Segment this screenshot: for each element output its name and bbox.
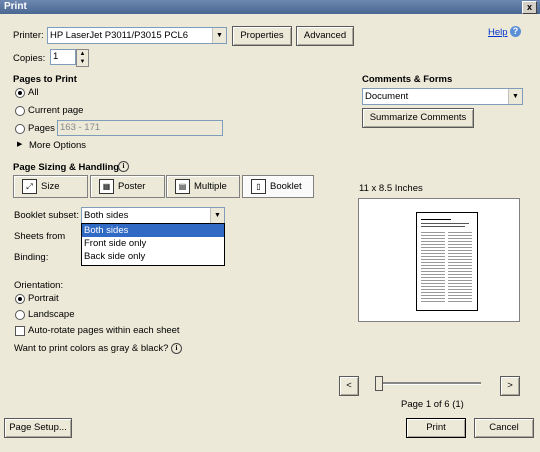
copies-stepper[interactable]: ▲ ▼ xyxy=(76,49,89,67)
title-bar: Print x xyxy=(0,0,540,14)
gray-black-label: Want to print colors as gray & black? xyxy=(14,343,169,354)
booklet-icon: ▯ xyxy=(251,179,266,194)
copies-label: Copies: xyxy=(13,53,46,64)
dropdown-option-front-side[interactable]: Front side only xyxy=(82,237,224,250)
help-link[interactable]: Help xyxy=(488,27,508,38)
comments-forms-select[interactable]: Document ▼ xyxy=(362,88,523,105)
preview-size-label: 11 x 8.5 Inches xyxy=(359,183,423,194)
window-title: Print xyxy=(4,1,27,12)
landscape-radio[interactable] xyxy=(15,310,25,320)
tab-size[interactable]: ⤢ Size xyxy=(13,175,88,198)
printer-value: HP LaserJet P3011/P3015 PCL6 xyxy=(50,30,189,41)
booklet-subset-select[interactable]: Both sides ▼ xyxy=(81,207,225,224)
pages-radio[interactable] xyxy=(15,124,25,134)
orientation-heading: Orientation: xyxy=(14,280,64,291)
page-slider-thumb[interactable] xyxy=(375,376,383,391)
tab-poster-label: Poster xyxy=(118,181,146,192)
tab-size-label: Size xyxy=(41,181,60,192)
all-pages-radio[interactable] xyxy=(15,88,25,98)
sheets-from-label: Sheets from xyxy=(14,231,66,242)
copies-input[interactable]: 1 xyxy=(50,49,76,65)
help-icon[interactable]: ? xyxy=(510,26,521,37)
printer-select[interactable]: HP LaserJet P3011/P3015 PCL6 ▼ xyxy=(47,27,227,44)
page-slider-track[interactable] xyxy=(379,382,481,385)
pages-range-input[interactable]: 163 - 171 xyxy=(57,120,223,136)
next-page-button[interactable]: > xyxy=(500,376,520,396)
autorotate-checkbox[interactable] xyxy=(15,326,25,336)
booklet-subset-value: Both sides xyxy=(84,210,129,221)
current-page-radio[interactable] xyxy=(15,106,25,116)
print-dialog: Print x Printer: HP LaserJet P3011/P3015… xyxy=(0,0,540,452)
dropdown-option-both-sides[interactable]: Both sides xyxy=(82,224,224,237)
chevron-down-icon: ▼ xyxy=(508,89,522,104)
page-info: Page 1 of 6 (1) xyxy=(401,399,464,410)
properties-button[interactable]: Properties xyxy=(232,26,292,46)
page-setup-button[interactable]: Page Setup... xyxy=(4,418,72,438)
multiple-icon: ▤ xyxy=(175,179,190,194)
booklet-subset-label: Booklet subset: xyxy=(14,210,79,221)
page-sizing-heading: Page Sizing & Handling xyxy=(13,162,120,173)
expand-triangle-icon[interactable]: ▶ xyxy=(17,140,22,148)
binding-label: Binding: xyxy=(14,252,49,263)
comments-forms-heading: Comments & Forms xyxy=(362,74,453,85)
print-preview xyxy=(358,198,520,322)
tab-multiple-label: Multiple xyxy=(194,181,227,192)
chevron-down-icon: ▼ xyxy=(212,28,226,43)
preview-text-column xyxy=(448,232,472,304)
portrait-label: Portrait xyxy=(28,293,59,304)
current-page-label: Current page xyxy=(28,105,84,116)
autorotate-label: Auto-rotate pages within each sheet xyxy=(28,325,180,336)
chevron-down-icon: ▼ xyxy=(210,208,224,223)
dropdown-option-back-side[interactable]: Back side only xyxy=(82,250,224,263)
more-options-label[interactable]: More Options xyxy=(29,140,86,151)
tab-multiple[interactable]: ▤ Multiple xyxy=(166,175,240,198)
landscape-label: Landscape xyxy=(28,309,75,320)
cancel-button[interactable]: Cancel xyxy=(474,418,534,438)
booklet-subset-dropdown-list: Both sides Front side only Back side onl… xyxy=(81,223,225,266)
prev-page-button[interactable]: < xyxy=(339,376,359,396)
size-icon: ⤢ xyxy=(22,179,37,194)
preview-text-column xyxy=(421,232,445,304)
preview-page-thumbnail xyxy=(416,212,478,311)
advanced-button[interactable]: Advanced xyxy=(296,26,354,46)
pages-label: Pages xyxy=(28,123,55,134)
printer-label: Printer: xyxy=(13,30,44,41)
close-button[interactable]: x xyxy=(522,1,537,14)
info-icon[interactable]: i xyxy=(118,161,129,172)
portrait-radio[interactable] xyxy=(15,294,25,304)
all-pages-label: All xyxy=(28,87,39,98)
tab-booklet-label: Booklet xyxy=(270,181,302,192)
poster-icon: ▦ xyxy=(99,179,114,194)
print-button[interactable]: Print xyxy=(406,418,466,438)
pages-to-print-heading: Pages to Print xyxy=(13,74,77,85)
comments-forms-value: Document xyxy=(365,91,409,102)
tab-booklet[interactable]: ▯ Booklet xyxy=(242,175,314,198)
tab-poster[interactable]: ▦ Poster xyxy=(90,175,165,198)
summarize-comments-button[interactable]: Summarize Comments xyxy=(362,108,474,128)
info-icon[interactable]: i xyxy=(171,343,182,354)
